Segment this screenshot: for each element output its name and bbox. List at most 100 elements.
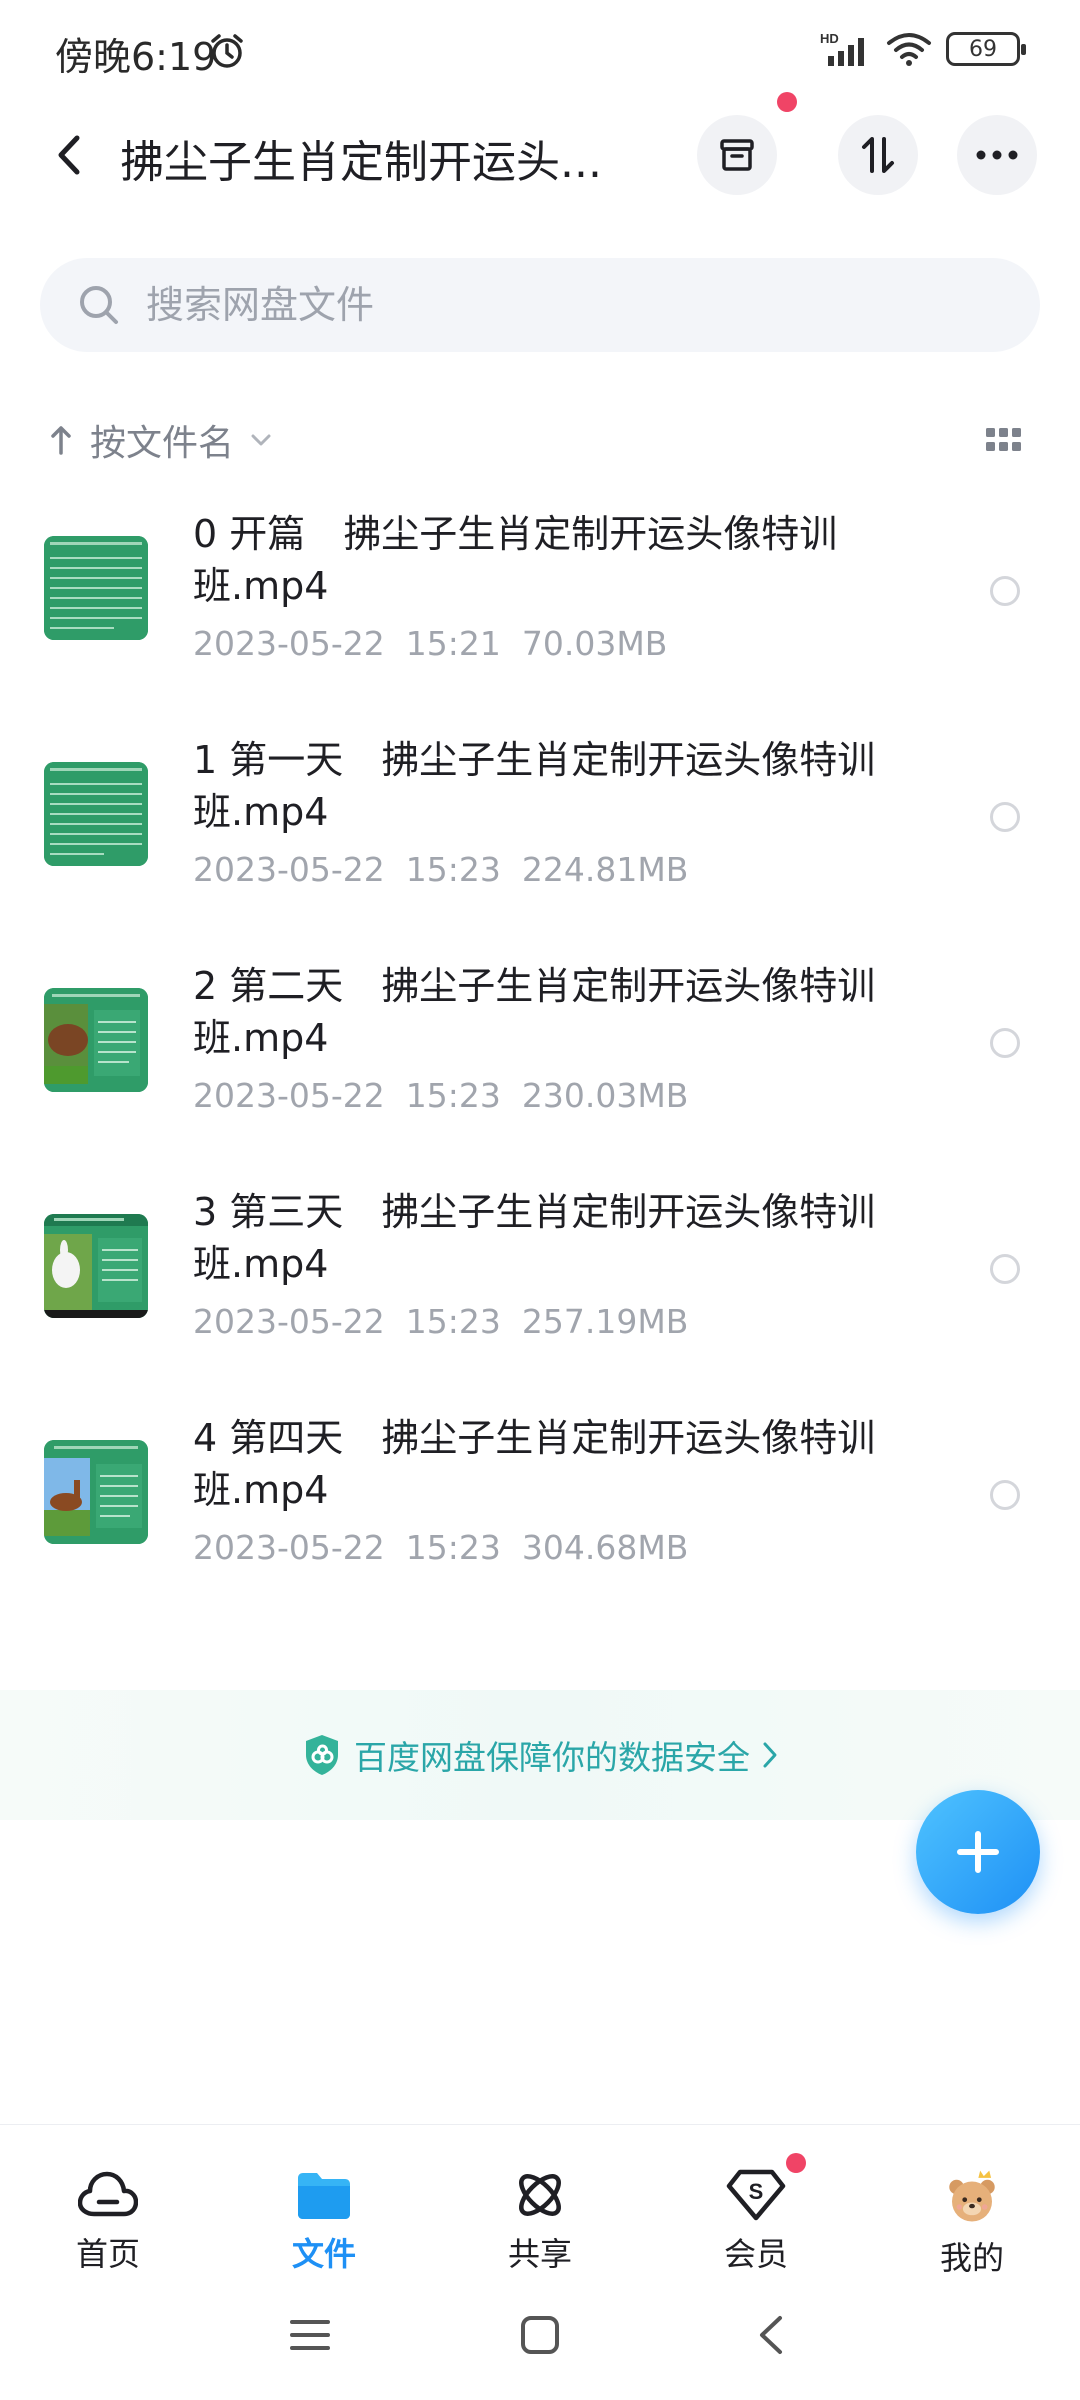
bear-avatar-icon <box>949 2170 995 2222</box>
nav-label-vip: 会员 <box>723 2235 788 2273</box>
header: 拂尘子生肖定制开运头... <box>0 92 1080 210</box>
alarm-icon <box>211 34 243 68</box>
file-time: 15:23 <box>405 1302 501 1341</box>
status-bar: 傍晚6:19 HD 69 <box>0 0 1080 100</box>
select-radio[interactable] <box>990 1254 1020 1284</box>
file-size: 70.03MB <box>521 624 668 663</box>
search-bar[interactable] <box>40 258 1040 352</box>
search-input[interactable] <box>146 270 1006 340</box>
safety-text: 百度网盘保障你的数据安全 <box>354 1738 750 1777</box>
wifi-icon <box>887 33 931 66</box>
file-date: 2023-05-22 <box>193 624 385 663</box>
arrow-up-icon <box>51 426 71 455</box>
select-radio[interactable] <box>990 1028 1020 1058</box>
status-time: 傍晚6:19 <box>55 35 217 79</box>
file-item[interactable]: 2 第二天 拂尘子生肖定制开运头像特训班.mp4 2023-05-22 15:2… <box>0 948 1080 1174</box>
chevron-left-icon <box>58 135 80 175</box>
file-date: 2023-05-22 <box>193 1528 385 1567</box>
share-orbit-icon <box>519 2174 561 2216</box>
nav-label-files: 文件 <box>291 2235 356 2273</box>
select-radio[interactable] <box>990 1480 1020 1510</box>
nav-item-vip[interactable]: S 会员 <box>648 2125 864 2275</box>
nav-item-files[interactable]: 文件 <box>216 2125 432 2275</box>
battery-level: 69 <box>969 36 997 62</box>
grid-view-icon[interactable] <box>986 428 1022 454</box>
chevron-down-icon <box>251 434 271 446</box>
file-meta: 2023-05-22 15:23 257.19MB <box>193 1302 688 1341</box>
more-options-button[interactable] <box>957 115 1037 195</box>
sort-selector[interactable]: 按文件名 <box>50 410 272 470</box>
video-thumbnail <box>44 762 148 866</box>
transfer-list-button[interactable] <box>697 115 777 195</box>
video-thumbnail <box>44 988 148 1092</box>
search-icon <box>80 286 118 324</box>
system-nav-bar <box>0 2290 1080 2380</box>
shield-icon <box>306 1735 338 1775</box>
chevron-right-icon <box>763 1742 777 1768</box>
file-size: 257.19MB <box>521 1302 689 1341</box>
file-date: 2023-05-22 <box>193 1302 385 1341</box>
recent-apps-button[interactable] <box>195 2290 425 2380</box>
cellular-signal-icon: HD <box>820 31 864 66</box>
nav-item-mine[interactable]: 我的 <box>864 2125 1080 2277</box>
file-name: 0 开篇 拂尘子生肖定制开运头像特训班.mp4 <box>193 512 838 608</box>
file-item[interactable]: 4 第四天 拂尘子生肖定制开运头像特训班.mp4 2023-05-22 15:2… <box>0 1400 1080 1626</box>
menu-icon <box>290 2320 330 2350</box>
page-title: 拂尘子生肖定制开运头... <box>120 137 602 188</box>
file-size: 224.81MB <box>521 850 689 889</box>
file-item[interactable]: 3 第三天 拂尘子生肖定制开运头像特训班.mp4 2023-05-22 15:2… <box>0 1174 1080 1400</box>
file-size: 304.68MB <box>521 1528 689 1567</box>
battery-icon: 69 <box>946 32 1026 66</box>
select-radio[interactable] <box>990 576 1020 606</box>
file-date: 2023-05-22 <box>193 1076 385 1115</box>
system-back-button[interactable] <box>655 2290 885 2380</box>
file-meta: 2023-05-22 15:23 224.81MB <box>193 850 688 889</box>
home-button[interactable] <box>425 2290 655 2380</box>
file-time: 15:23 <box>405 1528 501 1567</box>
nav-label-mine: 我的 <box>939 2239 1004 2277</box>
status-indicators: HD 69 <box>820 30 1026 68</box>
network-type-label: HD <box>820 31 839 46</box>
data-safety-banner[interactable]: 百度网盘保障你的数据安全 <box>0 1690 1080 1820</box>
file-meta: 2023-05-22 15:21 70.03MB <box>193 624 667 663</box>
nav-label-home: 首页 <box>75 2235 140 2273</box>
video-thumbnail <box>44 1214 148 1318</box>
archive-box-icon <box>720 139 754 171</box>
file-size: 230.03MB <box>521 1076 689 1115</box>
notification-dot <box>777 92 797 112</box>
file-name: 3 第三天 拂尘子生肖定制开运头像特训班.mp4 <box>193 1190 876 1286</box>
file-item[interactable]: 1 第一天 拂尘子生肖定制开运头像特训班.mp4 2023-05-22 15:2… <box>0 722 1080 948</box>
vip-diamond-icon: S <box>726 2169 786 2221</box>
file-name: 2 第二天 拂尘子生肖定制开运头像特训班.mp4 <box>193 964 876 1060</box>
video-thumbnail <box>44 536 148 640</box>
file-date: 2023-05-22 <box>193 850 385 889</box>
file-meta: 2023-05-22 15:23 230.03MB <box>193 1076 688 1115</box>
nav-label-share: 共享 <box>507 2235 572 2273</box>
add-button[interactable] <box>916 1790 1040 1914</box>
plus-icon <box>957 1831 999 1873</box>
square-icon <box>521 2316 559 2354</box>
video-thumbnail <box>44 1440 148 1544</box>
sort-toggle-button[interactable] <box>838 115 918 195</box>
svg-text:S: S <box>749 2179 764 2204</box>
file-time: 15:23 <box>405 1076 501 1115</box>
nav-item-share[interactable]: 共享 <box>432 2125 648 2275</box>
bottom-nav: 首页 文件 共享 S 会员 我的 <box>0 2124 1080 2277</box>
select-radio[interactable] <box>990 802 1020 832</box>
file-name: 4 第四天 拂尘子生肖定制开运头像特训班.mp4 <box>193 1416 876 1512</box>
back-triangle-icon <box>760 2316 782 2354</box>
file-item[interactable]: 0 开篇 拂尘子生肖定制开运头像特训班.mp4 2023-05-22 15:21… <box>0 496 1080 722</box>
back-button[interactable] <box>38 120 98 190</box>
file-time: 15:23 <box>405 850 501 889</box>
file-name: 1 第一天 拂尘子生肖定制开运头像特训班.mp4 <box>193 738 876 834</box>
file-meta: 2023-05-22 15:23 304.68MB <box>193 1528 688 1567</box>
cloud-icon <box>78 2171 138 2217</box>
more-dots-icon <box>976 150 1018 160</box>
sort-label: 按文件名 <box>90 423 235 464</box>
nav-item-home[interactable]: 首页 <box>0 2125 216 2275</box>
file-time: 15:21 <box>405 624 501 663</box>
vip-notification-dot <box>786 2153 806 2173</box>
sort-arrows-icon <box>862 137 894 173</box>
folder-icon <box>298 2173 350 2219</box>
file-list: 0 开篇 拂尘子生肖定制开运头像特训班.mp4 2023-05-22 15:21… <box>0 496 1080 1626</box>
